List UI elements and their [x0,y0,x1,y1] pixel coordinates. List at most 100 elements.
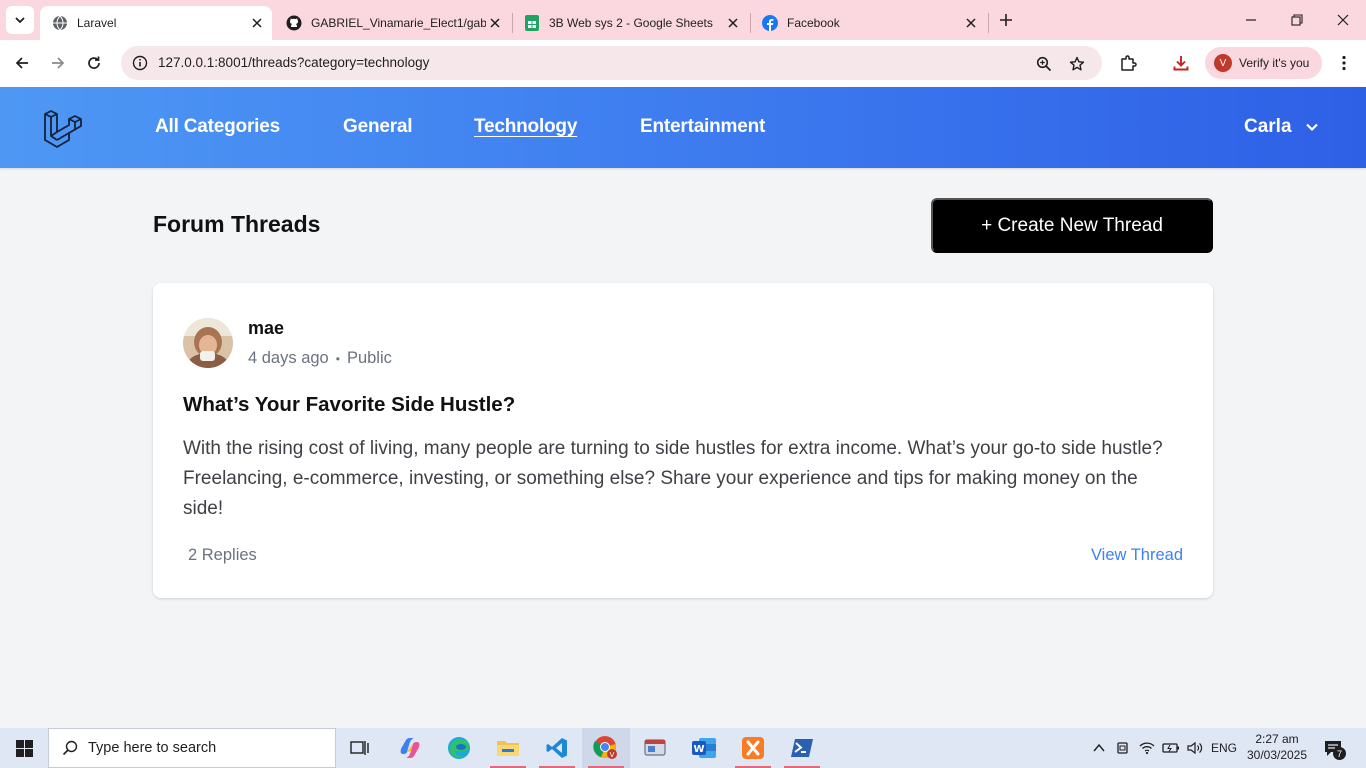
plus-icon [1000,14,1012,26]
tab-laravel[interactable]: Laravel [40,6,272,40]
facebook-icon [762,15,778,31]
clock-date: 30/03/2025 [1246,748,1308,762]
task-view-icon [350,741,369,755]
back-button[interactable] [7,48,37,78]
browser-menu-button[interactable] [1331,50,1357,76]
search-placeholder: Type here to search [88,740,217,756]
windows-logo-icon [15,739,33,757]
tab-search-button[interactable] [6,6,34,34]
chevron-up-icon [1093,743,1105,752]
taskbar-edge[interactable] [435,728,483,768]
taskbar-vscode[interactable] [533,728,581,768]
thread-body: With the rising cost of living, many peo… [183,438,1163,519]
app-navbar: All Categories General Technology Entert… [0,87,1366,168]
svg-text:W: W [693,744,704,755]
notification-count-badge: 7 [1333,747,1346,760]
chevron-down-icon [1304,119,1320,135]
close-icon[interactable] [962,14,980,32]
minimize-button[interactable] [1228,0,1274,40]
tray-network[interactable] [1136,728,1158,768]
view-thread-link[interactable]: View Thread [1091,546,1183,565]
restore-button[interactable] [1274,0,1320,40]
google-sheets-icon [524,15,540,31]
github-icon [286,15,302,31]
user-name: Carla [1244,116,1292,137]
taskbar-clock[interactable]: 2:27 am 30/03/2025 [1245,731,1309,763]
page-title: Forum Threads [153,211,321,237]
browser-tab-bar: Laravel GABRIEL_Vinamarie_Elect1/gab 3B … [0,0,1366,40]
nav-all-categories[interactable]: All Categories [155,116,280,138]
create-thread-button[interactable]: + Create New Thread [931,198,1213,253]
close-icon[interactable] [486,14,504,32]
search-icon [61,739,79,757]
nav-technology[interactable]: Technology [474,116,577,138]
author-avatar[interactable] [183,318,233,368]
tab-title: GABRIEL_Vinamarie_Elect1/gab [311,16,486,30]
taskbar-search-box[interactable]: Type here to search [48,728,336,768]
downloads-button[interactable] [1168,50,1194,76]
zoom-icon[interactable] [1032,52,1056,76]
chevron-down-icon [15,17,25,24]
thread-title[interactable]: What’s Your Favorite Side Hustle? [183,393,515,417]
chrome-icon: V [593,736,617,759]
user-menu-dropdown[interactable]: Carla [1244,116,1320,138]
tray-language[interactable]: ENG [1208,728,1240,768]
address-bar[interactable]: 127.0.0.1:8001/threads?category=technolo… [121,46,1102,80]
start-button[interactable] [0,728,48,768]
close-icon[interactable] [248,14,266,32]
tray-volume[interactable] [1184,728,1206,768]
globe-icon [52,15,68,31]
tray-device[interactable] [1112,728,1134,768]
word-icon: W [692,738,716,758]
post-time: 4 days ago [248,349,329,367]
svg-text:V: V [610,751,615,759]
browser-toolbar: 127.0.0.1:8001/threads?category=technolo… [0,40,1366,87]
profile-avatar: V [1214,54,1232,72]
taskbar-xampp[interactable] [729,728,777,768]
forward-button[interactable] [43,48,73,78]
show-hidden-icons-button[interactable] [1088,728,1110,768]
notification-center-button[interactable]: 7 [1320,736,1346,760]
nav-entertainment[interactable]: Entertainment [640,116,765,138]
extensions-button[interactable] [1115,50,1141,76]
tab-facebook[interactable]: Facebook [750,6,986,40]
profile-verify-chip[interactable]: V Verify it's you [1205,47,1322,79]
powershell-icon [791,739,813,757]
tab-title: Facebook [787,16,840,30]
wifi-icon [1139,742,1155,755]
thread-meta: 4 days ago • Public [248,349,392,368]
nav-general[interactable]: General [343,116,413,138]
tab-title: Laravel [77,16,117,30]
tab-google-sheets[interactable]: 3B Web sys 2 - Google Sheets [512,6,748,40]
device-icon [1117,742,1128,754]
tab-title: 3B Web sys 2 - Google Sheets [549,16,713,30]
laravel-logo-icon[interactable] [42,105,86,149]
tab-github[interactable]: GABRIEL_Vinamarie_Elect1/gab [274,6,510,40]
site-info-icon[interactable] [129,52,151,74]
taskbar-chrome[interactable]: V [582,728,630,768]
volume-icon [1187,741,1203,755]
restore-icon [1291,14,1303,26]
taskbar-word[interactable]: W [680,728,728,768]
edge-icon [448,737,470,759]
taskbar-file-explorer[interactable] [484,728,532,768]
close-icon[interactable] [724,14,742,32]
meta-separator: • [335,351,340,366]
new-tab-button[interactable] [994,8,1018,32]
window-app-icon [644,739,666,756]
visibility-label: Public [346,349,392,367]
task-view-button[interactable] [336,728,384,768]
download-icon [1173,56,1189,71]
taskbar-powershell[interactable] [778,728,826,768]
taskbar-remote-app[interactable] [631,728,679,768]
tray-battery[interactable] [1160,728,1182,768]
verify-label: Verify it's you [1239,56,1310,70]
url-text[interactable]: 127.0.0.1:8001/threads?category=technolo… [158,55,429,70]
bookmark-star-icon[interactable] [1065,52,1089,76]
minimize-icon [1246,19,1256,21]
author-name[interactable]: mae [248,318,284,339]
close-window-button[interactable] [1320,0,1366,40]
windows-taskbar: Type here to search V W ENG 2:27 am 30/0… [0,728,1366,768]
taskbar-copilot[interactable] [386,728,434,768]
reload-button[interactable] [79,48,109,78]
